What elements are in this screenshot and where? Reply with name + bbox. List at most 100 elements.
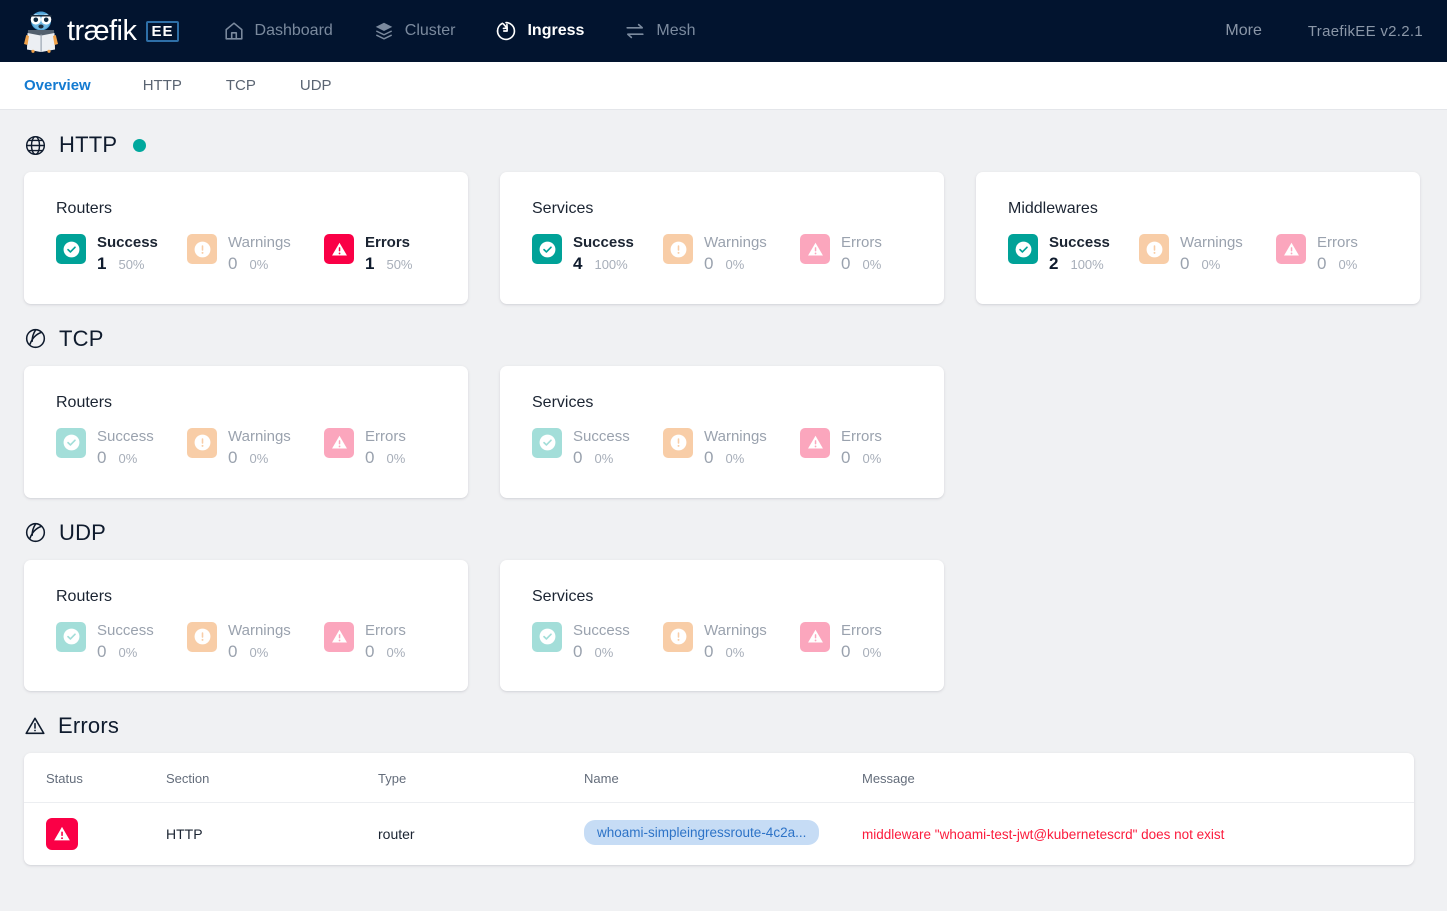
tab-udp[interactable]: UDP — [278, 62, 354, 110]
stat-label-errors: Errors — [365, 621, 406, 639]
stat-pct-warnings: 0% — [725, 257, 745, 273]
stat-label-warnings: Warnings — [704, 427, 767, 445]
card-http-routers[interactable]: Routers Success 1 50% Warnings 0 0% Erro… — [24, 172, 468, 304]
stats-http-services: Success 4 100% Warnings 0 0% Errors 0 0% — [532, 234, 912, 274]
col-header-name[interactable]: Name — [584, 753, 862, 804]
stat-label-success: Success — [573, 234, 634, 251]
nav-item-mesh[interactable]: Mesh — [624, 20, 696, 42]
exclamation-circle-icon — [194, 628, 210, 645]
stat-count-warnings: 0 — [228, 254, 238, 274]
nav-item-dashboard[interactable]: Dashboard — [223, 20, 333, 42]
stat-count-success: 0 — [97, 448, 107, 468]
http-status-dot — [133, 138, 147, 152]
nav-item-cluster[interactable]: Cluster — [373, 20, 456, 42]
section-tabbar: Overview HTTP TCP UDP — [0, 62, 1447, 110]
stats-http-middlewares: Success 2 100% Warnings 0 0% Errors 0 0% — [1008, 234, 1388, 274]
card-http-middlewares[interactable]: Middlewares Success 2 100% Warnings 0 0%… — [976, 172, 1420, 304]
tab-tcp[interactable]: TCP — [204, 62, 278, 110]
stat-label-success: Success — [97, 621, 154, 639]
http-card-row: Routers Success 1 50% Warnings 0 0% Erro… — [24, 172, 1423, 304]
stat-label-errors: Errors — [365, 234, 411, 251]
cell-status — [24, 803, 166, 866]
stat-count-warnings: 0 — [228, 641, 238, 661]
error-badge-icon — [324, 234, 354, 264]
stat-label-warnings: Warnings — [704, 234, 767, 251]
nav-label-cluster: Cluster — [404, 22, 456, 39]
card-title-http-services: Services — [532, 200, 594, 217]
globe-icon — [25, 135, 46, 155]
check-circle-icon — [539, 241, 555, 257]
stat-pct-success: 0% — [594, 644, 614, 660]
stat-warnings: Warnings 0 0% — [187, 234, 324, 274]
error-badge-icon — [800, 234, 830, 264]
warning-triangle-icon — [54, 827, 70, 841]
section-title-errors: Errors — [58, 713, 120, 739]
stat-pct-success: 0% — [118, 451, 138, 467]
stat-pct-errors: 0% — [386, 644, 406, 660]
stat-warnings: Warnings 0 0% — [187, 427, 324, 468]
stat-count-errors: 0 — [1317, 254, 1327, 274]
exclamation-circle-icon — [670, 241, 686, 257]
card-tcp-services[interactable]: Services Success 0 0% Warnings 0 0% Erro… — [500, 365, 944, 498]
exchange-arrows-icon — [626, 23, 645, 39]
warning-badge-icon — [187, 427, 217, 458]
stat-label-success: Success — [573, 427, 630, 445]
table-row[interactable]: HTTP router whoami-simpleingressroute-4c… — [24, 803, 1414, 866]
nav-label-mesh: Mesh — [656, 22, 696, 39]
stat-count-success: 4 — [573, 254, 583, 274]
col-header-status[interactable]: Status — [24, 753, 166, 804]
card-udp-services[interactable]: Services Success 0 0% Warnings 0 0% Erro… — [500, 559, 944, 692]
main-nav: Dashboard Cluster Ingress Mesh — [223, 20, 696, 42]
section-title-tcp: TCP — [59, 325, 104, 351]
success-badge-icon — [56, 427, 86, 458]
more-menu-button[interactable]: More — [1225, 22, 1261, 40]
card-http-services[interactable]: Services Success 4 100% Warnings 0 0% Er… — [500, 172, 944, 304]
nav-item-ingress[interactable]: Ingress — [495, 20, 584, 42]
card-tcp-routers[interactable]: Routers Success 0 0% Warnings 0 0% Error… — [24, 365, 468, 498]
error-badge-icon — [324, 427, 354, 458]
col-header-message[interactable]: Message — [862, 753, 1414, 804]
network-circle-icon — [25, 329, 46, 349]
stat-errors: Errors 0 0% — [800, 234, 882, 274]
cell-type: router — [378, 826, 415, 843]
exclamation-circle-icon — [194, 434, 210, 451]
stat-success: Success 1 50% — [56, 234, 187, 274]
layers-icon — [375, 22, 393, 40]
success-badge-icon — [532, 427, 562, 458]
errors-table-panel: Status Section Type Name Message HTTP ro… — [24, 753, 1414, 866]
stat-count-warnings: 0 — [704, 641, 714, 661]
stat-pct-errors: 0% — [386, 451, 406, 467]
card-title-http-routers: Routers — [56, 200, 113, 217]
tab-overview[interactable]: Overview — [24, 62, 121, 110]
stat-pct-success: 100% — [1070, 257, 1104, 273]
cell-name: whoami-simpleingressroute-4c2a... — [584, 803, 862, 866]
cell-message: middleware "whoami-test-jwt@kubernetescr… — [862, 803, 1414, 866]
stat-errors: Errors 0 0% — [324, 427, 406, 468]
brand-edition-badge: EE — [145, 20, 179, 42]
success-badge-icon — [56, 234, 86, 264]
overview-content: HTTP Routers Success 1 50% Warnings 0 0%… — [0, 110, 1447, 866]
stat-errors: Errors 0 0% — [800, 621, 882, 662]
home-icon — [224, 22, 243, 40]
success-badge-icon — [532, 621, 562, 652]
card-udp-routers[interactable]: Routers Success 0 0% Warnings 0 0% Error… — [24, 559, 468, 692]
stat-count-success: 0 — [97, 641, 107, 661]
stat-pct-success: 0% — [118, 644, 138, 660]
stat-label-warnings: Warnings — [704, 621, 767, 639]
warning-triangle-icon — [331, 242, 347, 256]
warning-triangle-icon — [807, 435, 823, 449]
col-header-section[interactable]: Section — [166, 753, 378, 804]
col-header-type[interactable]: Type — [378, 753, 584, 804]
stat-success: Success 4 100% — [532, 234, 663, 274]
error-badge-icon — [1276, 234, 1306, 264]
tab-http[interactable]: HTTP — [121, 62, 204, 110]
stat-count-errors: 0 — [841, 448, 851, 468]
brand-logo[interactable]: træfik EE — [22, 9, 179, 53]
stats-udp-routers: Success 0 0% Warnings 0 0% Errors 0 0% — [56, 621, 436, 662]
card-title-tcp-routers: Routers — [56, 393, 113, 411]
card-title-udp-services: Services — [532, 587, 594, 605]
stat-warnings: Warnings 0 0% — [1139, 234, 1276, 274]
stat-pct-warnings: 0% — [249, 257, 269, 273]
success-badge-icon — [532, 234, 562, 264]
resource-name-chip[interactable]: whoami-simpleingressroute-4c2a... — [584, 820, 820, 846]
